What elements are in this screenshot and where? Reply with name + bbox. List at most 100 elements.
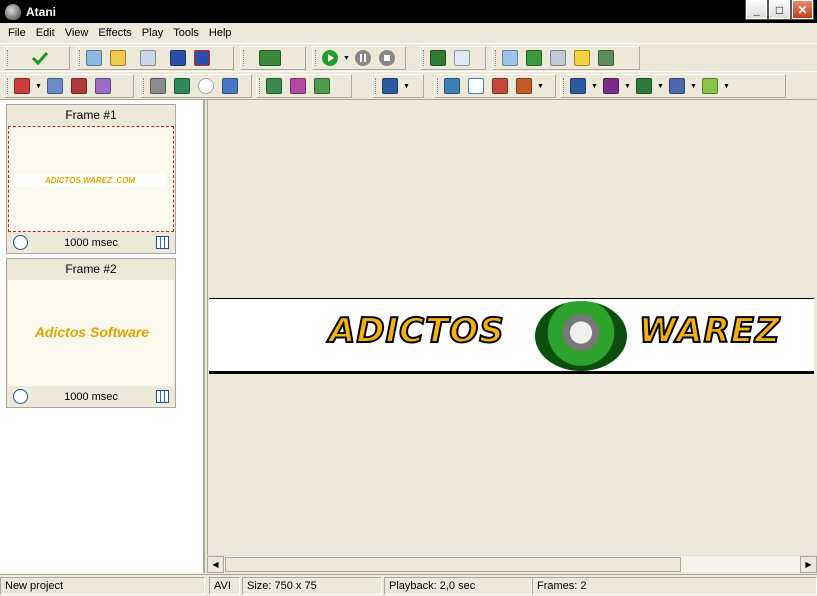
timer-icon[interactable] bbox=[195, 75, 217, 97]
resize-icon[interactable] bbox=[287, 75, 309, 97]
effect-a-dropdown[interactable]: ▼ bbox=[591, 75, 598, 97]
horizontal-scrollbar[interactable]: ◀ ▶ bbox=[207, 555, 817, 573]
open-folder-icon[interactable] bbox=[107, 47, 129, 69]
status-frames: Frames: 2 bbox=[532, 577, 817, 595]
scroll-right-button[interactable]: ▶ bbox=[800, 556, 817, 573]
toolbar-group-order bbox=[140, 74, 252, 98]
scroll-thumb[interactable] bbox=[225, 557, 681, 572]
frame-thumbnail[interactable]: Adictos Software bbox=[8, 280, 174, 386]
minimize-button[interactable]: _ bbox=[745, 0, 768, 20]
toolbar-group-transform bbox=[256, 74, 352, 98]
frames-panel: Frame #1 ADICTOS WAREZ .COM 1000 msec Fr… bbox=[0, 100, 205, 573]
status-size: Size: 750 x 75 bbox=[242, 577, 382, 595]
picture-icon[interactable] bbox=[595, 47, 617, 69]
save-as-icon[interactable] bbox=[191, 47, 213, 69]
main-toolbar: ▼ bbox=[0, 43, 817, 72]
menu-file[interactable]: File bbox=[3, 27, 31, 39]
insert-frame-icon[interactable] bbox=[44, 75, 66, 97]
open-gif-icon[interactable] bbox=[83, 47, 105, 69]
close-button[interactable]: ✕ bbox=[791, 0, 814, 20]
skull-logo-icon bbox=[535, 301, 627, 371]
pause-icon[interactable] bbox=[352, 47, 374, 69]
frames-icon[interactable] bbox=[441, 75, 463, 97]
stop-icon[interactable] bbox=[376, 47, 398, 69]
save-all-icon[interactable] bbox=[259, 47, 281, 69]
toolbar-group-view: ▼ bbox=[372, 74, 424, 98]
window-title: Atani bbox=[26, 4, 56, 19]
preview-canvas[interactable]: ADICTOS WAREZ bbox=[207, 100, 817, 555]
effect-d-icon[interactable] bbox=[666, 75, 688, 97]
grid-icon[interactable] bbox=[156, 390, 169, 403]
frame-card-2[interactable]: Frame #2 Adictos Software 1000 msec bbox=[6, 258, 176, 408]
toolbar-group-frames: ▼ bbox=[4, 74, 134, 98]
frame-toolbar: ▼ ▼ ▼ ▼ ▼ ▼ ▼ ▼ bbox=[0, 71, 817, 100]
menu-effects[interactable]: Effects bbox=[93, 27, 136, 39]
star-frame-icon[interactable] bbox=[571, 47, 593, 69]
select-icon[interactable] bbox=[465, 75, 487, 97]
layers-icon[interactable] bbox=[489, 75, 511, 97]
menu-help[interactable]: Help bbox=[204, 27, 237, 39]
toolbar-group-playback: ▼ bbox=[312, 46, 406, 70]
delete-frame-icon[interactable] bbox=[68, 75, 90, 97]
title-bar: Atani _ □ ✕ bbox=[0, 0, 817, 23]
effect-e-dropdown[interactable]: ▼ bbox=[723, 75, 730, 97]
status-bar: New project AVI Size: 750 x 75 Playback:… bbox=[0, 574, 817, 596]
effect-c-icon[interactable] bbox=[633, 75, 655, 97]
crop-icon[interactable] bbox=[263, 75, 285, 97]
move-up-icon[interactable] bbox=[147, 75, 169, 97]
save-icon[interactable] bbox=[167, 47, 189, 69]
menu-bar: File Edit View Effects Play Tools Help bbox=[0, 23, 817, 43]
banner-image: ADICTOS WAREZ bbox=[209, 298, 814, 374]
effect-a-icon[interactable] bbox=[567, 75, 589, 97]
play-dropdown[interactable]: ▼ bbox=[343, 47, 350, 69]
grid-icon[interactable] bbox=[219, 75, 241, 97]
toolbar-group-select: ▼ bbox=[434, 74, 556, 98]
toolbar-group-clipboard bbox=[420, 46, 486, 70]
duplicate-frame-icon[interactable] bbox=[92, 75, 114, 97]
thumb-banner-text: Adictos Software bbox=[34, 324, 150, 340]
toolbar-group-effects: ▼ ▼ ▼ ▼ ▼ bbox=[560, 74, 786, 98]
add-frame-icon[interactable] bbox=[11, 75, 33, 97]
frame-footer: 1000 msec bbox=[7, 233, 175, 253]
frame-duration: 1000 msec bbox=[64, 237, 118, 249]
menu-view[interactable]: View bbox=[60, 27, 94, 39]
timer-icon[interactable] bbox=[13, 235, 28, 250]
effect-c-dropdown[interactable]: ▼ bbox=[657, 75, 664, 97]
scroll-left-button[interactable]: ◀ bbox=[207, 556, 224, 573]
grid-icon[interactable] bbox=[156, 236, 169, 249]
frame-title: Frame #1 bbox=[65, 108, 117, 122]
lock-icon[interactable] bbox=[523, 47, 545, 69]
align-icon[interactable] bbox=[513, 75, 535, 97]
toolbar-group-tools bbox=[492, 46, 640, 70]
import-icon[interactable] bbox=[137, 47, 159, 69]
paint-icon[interactable] bbox=[499, 47, 521, 69]
skull-app-icon bbox=[5, 3, 21, 20]
menu-tools[interactable]: Tools bbox=[168, 27, 204, 39]
frame-card-1[interactable]: Frame #1 ADICTOS WAREZ .COM 1000 msec bbox=[6, 104, 176, 254]
effect-b-icon[interactable] bbox=[600, 75, 622, 97]
check-icon[interactable] bbox=[29, 47, 51, 69]
disk-icon[interactable] bbox=[427, 47, 449, 69]
merge-icon[interactable] bbox=[311, 75, 333, 97]
play-icon[interactable] bbox=[319, 47, 341, 69]
move-down-icon[interactable] bbox=[171, 75, 193, 97]
frame-footer: 1000 msec bbox=[7, 387, 175, 407]
frame-thumbnail[interactable]: ADICTOS WAREZ .COM bbox=[8, 126, 174, 232]
effect-e-icon[interactable] bbox=[699, 75, 721, 97]
timer-icon[interactable] bbox=[13, 389, 28, 404]
film-icon[interactable] bbox=[547, 47, 569, 69]
maximize-button[interactable]: □ bbox=[768, 0, 791, 20]
align-dropdown[interactable]: ▼ bbox=[537, 75, 544, 97]
effect-d-dropdown[interactable]: ▼ bbox=[690, 75, 697, 97]
effect-b-dropdown[interactable]: ▼ bbox=[624, 75, 631, 97]
menu-play[interactable]: Play bbox=[137, 27, 168, 39]
banner-text-left: ADICTOS bbox=[328, 310, 505, 352]
copy-icon[interactable] bbox=[451, 47, 473, 69]
status-playback: Playback: 2,0 sec bbox=[384, 577, 532, 595]
panel-icon[interactable] bbox=[379, 75, 401, 97]
status-format: AVI bbox=[209, 577, 240, 595]
panel-dropdown[interactable]: ▼ bbox=[403, 75, 410, 97]
add-frame-dropdown[interactable]: ▼ bbox=[35, 75, 42, 97]
menu-edit[interactable]: Edit bbox=[31, 27, 60, 39]
banner-text-right: WAREZ bbox=[638, 310, 781, 352]
